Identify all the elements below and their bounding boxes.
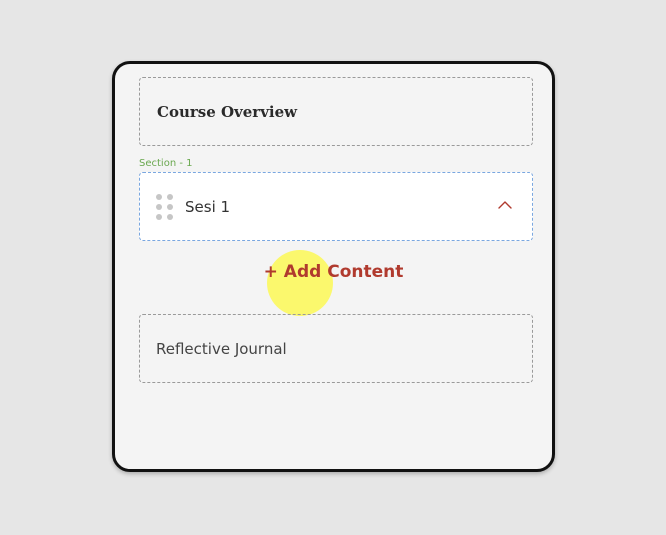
tap-highlight bbox=[267, 250, 333, 316]
course-builder-panel: Course Overview Section - 1 Sesi 1 + Add… bbox=[112, 61, 555, 472]
session-name: Sesi 1 bbox=[185, 197, 231, 216]
drag-handle-icon[interactable] bbox=[156, 193, 174, 220]
course-overview-title: Course Overview bbox=[157, 102, 298, 121]
add-content-row: + Add Content bbox=[115, 262, 552, 282]
content-item-card[interactable]: Reflective Journal bbox=[139, 314, 533, 383]
course-overview-card[interactable]: Course Overview bbox=[139, 77, 533, 146]
add-content-button[interactable]: + Add Content bbox=[264, 262, 404, 282]
chevron-up-icon[interactable] bbox=[498, 200, 512, 210]
session-card[interactable]: Sesi 1 bbox=[139, 172, 533, 241]
section-label: Section - 1 bbox=[139, 158, 193, 169]
content-item-title: Reflective Journal bbox=[156, 339, 287, 358]
